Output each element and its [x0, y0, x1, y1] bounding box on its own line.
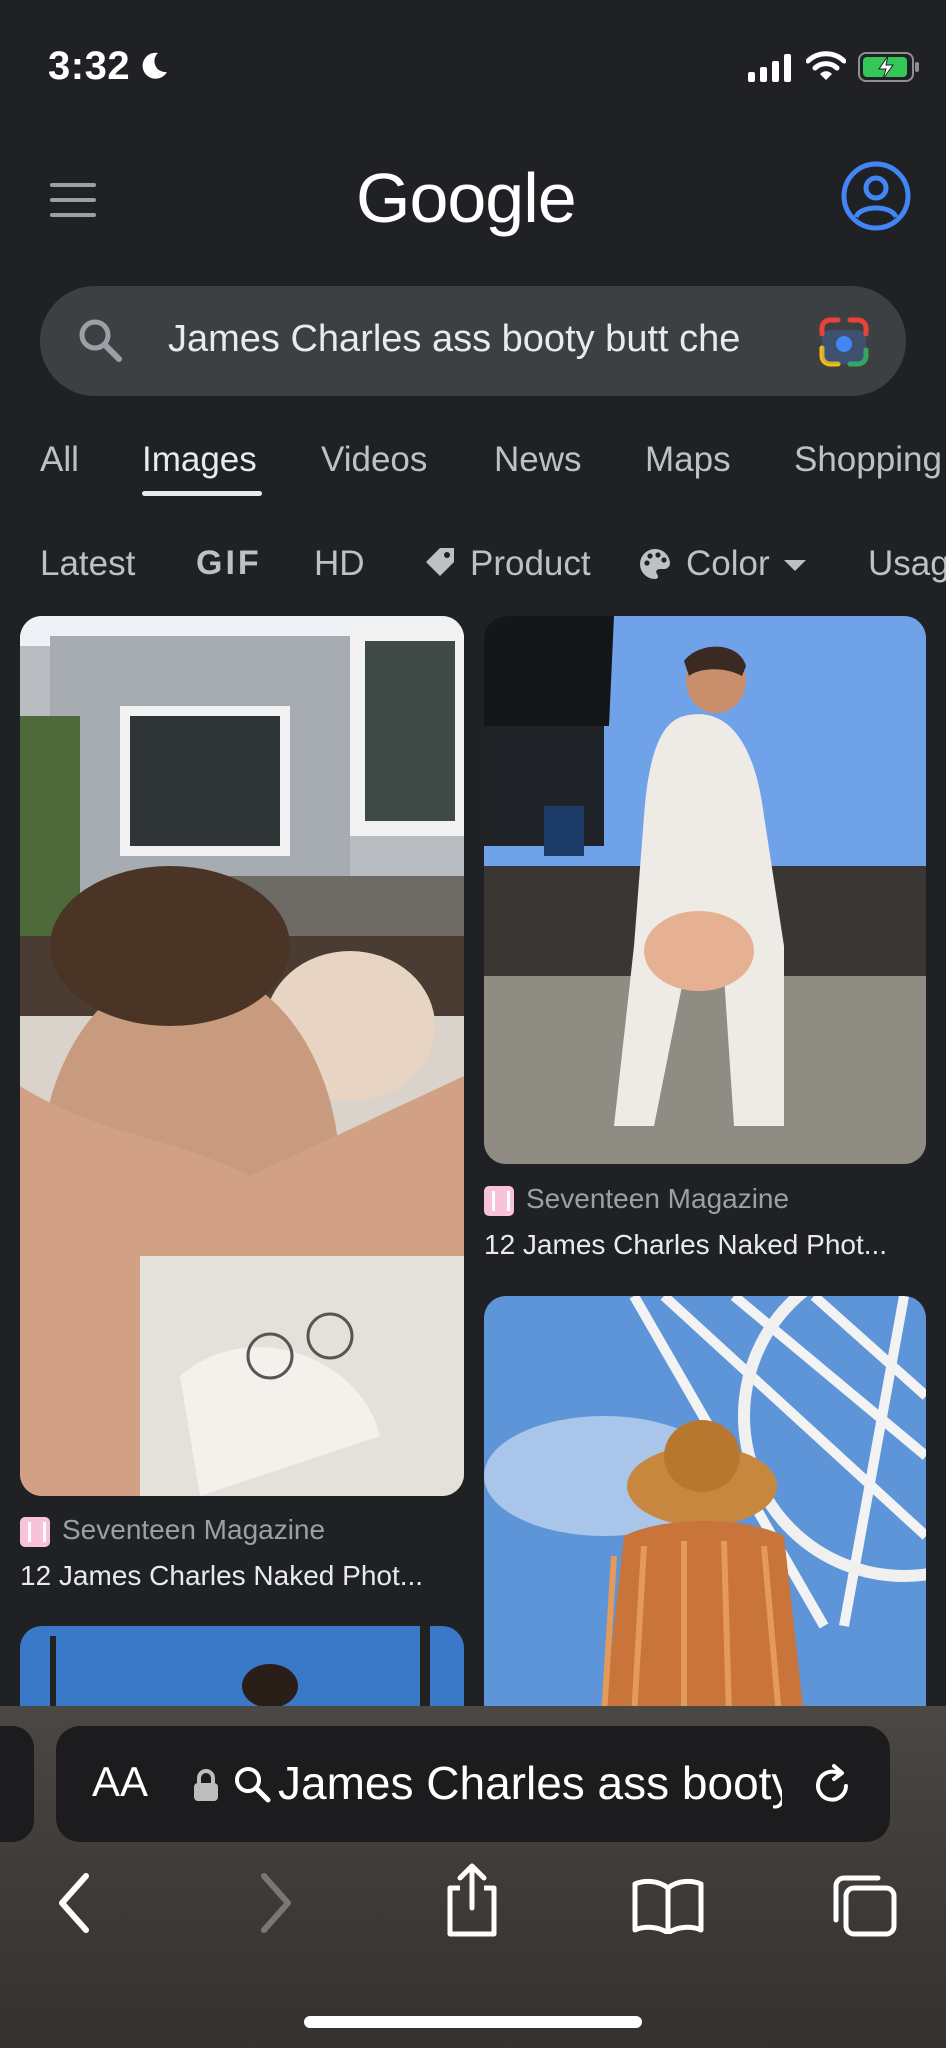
moon-icon: [142, 52, 167, 79]
status-time: 3:32: [48, 44, 131, 88]
tabs-icon[interactable]: [832, 1874, 898, 1938]
filter-hd[interactable]: HD: [314, 544, 365, 584]
result-source-name: Seventeen Magazine: [526, 1183, 790, 1214]
search-input[interactable]: James Charles ass booty butt che: [168, 318, 788, 361]
result-image[interactable]: [20, 616, 464, 1496]
result-image-photo: [20, 616, 464, 1496]
filter-gif[interactable]: GIF: [196, 544, 262, 583]
lock-icon: [194, 1769, 218, 1801]
search-icon[interactable]: [76, 316, 124, 364]
tag-icon: [426, 548, 454, 576]
result-image-photo: [484, 616, 926, 1164]
tab-maps[interactable]: Maps: [645, 440, 731, 480]
result-source[interactable]: Seventeen Magazine: [484, 1183, 789, 1216]
result-title[interactable]: 12 James Charles Naked Phot...: [484, 1229, 887, 1261]
tab-all[interactable]: All: [40, 440, 79, 480]
reload-icon[interactable]: [808, 1762, 856, 1810]
result-image[interactable]: [484, 616, 926, 1164]
chevron-down-icon: [784, 560, 806, 571]
result-source-name: Seventeen Magazine: [62, 1514, 326, 1545]
filter-color[interactable]: Color: [686, 544, 770, 584]
forward-icon[interactable]: [256, 1870, 296, 1936]
wifi-icon: [806, 51, 846, 80]
reader-aa-button[interactable]: AA: [92, 1758, 148, 1806]
filter-product[interactable]: Product: [470, 544, 591, 584]
filter-usage[interactable]: Usage: [868, 544, 946, 584]
address-text[interactable]: James Charles ass booty butt che: [278, 1756, 782, 1810]
hamburger-menu-icon[interactable]: [50, 183, 96, 217]
tab-images[interactable]: Images: [142, 440, 257, 480]
back-icon[interactable]: [54, 1870, 94, 1936]
tab-news[interactable]: News: [494, 440, 582, 480]
bookmarks-icon[interactable]: [632, 1878, 704, 1934]
seventeen-favicon-icon: [20, 1516, 50, 1547]
filter-latest[interactable]: Latest: [40, 544, 135, 584]
previous-tab-edge[interactable]: [0, 1726, 34, 1842]
share-icon[interactable]: [442, 1862, 502, 1938]
battery-charging-icon: [858, 52, 919, 82]
tab-videos[interactable]: Videos: [321, 440, 427, 480]
account-icon[interactable]: [840, 160, 912, 232]
result-source[interactable]: Seventeen Magazine: [20, 1514, 325, 1547]
cellular-signal-icon: [748, 54, 791, 82]
google-logo[interactable]: Google: [356, 158, 577, 238]
active-tab-indicator: [142, 491, 262, 496]
home-indicator: [304, 2016, 642, 2028]
tab-shopping[interactable]: Shopping: [794, 440, 942, 480]
search-icon: [235, 1767, 271, 1803]
google-lens-icon[interactable]: [818, 316, 870, 368]
palette-icon: [640, 548, 670, 579]
result-title[interactable]: 12 James Charles Naked Phot...: [20, 1560, 423, 1592]
seventeen-favicon-icon: [484, 1185, 514, 1216]
